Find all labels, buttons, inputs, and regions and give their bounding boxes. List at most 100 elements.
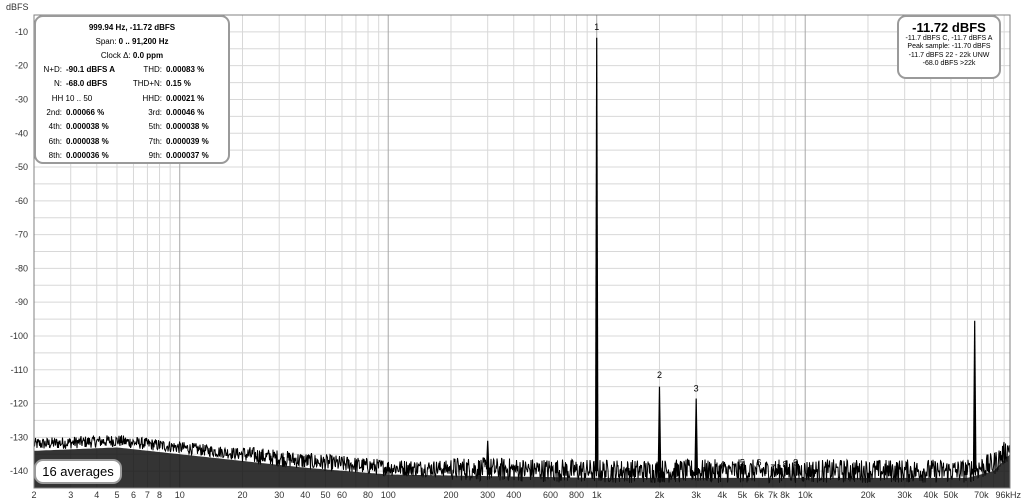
x-tick-label: 7 <box>145 490 150 500</box>
x-tick-label: 200 <box>443 490 458 500</box>
harmonic-marker-label: 3 <box>694 383 699 393</box>
x-tick-label: 60 <box>337 490 347 500</box>
info-row-value: 0.15 % <box>166 79 191 89</box>
x-tick-label: 100 <box>381 490 396 500</box>
y-tick-label: -70 <box>15 230 28 240</box>
harmonic-marker-label: 5 <box>740 458 745 468</box>
y-tick-labels: -10 -20 -30 -40 -50 -60 -70 -80 -90 -100 -110 -120 -… <box>10 27 28 476</box>
x-tick-label: 300 <box>480 490 495 500</box>
peak-level-box: -11.72 dBFS -11.7 dBFS C, -11.7 dBFS A P… <box>897 15 1001 79</box>
info-row-value: 0.00066 % <box>66 107 105 117</box>
y-tick-label: -50 <box>15 162 28 172</box>
info-row-label: THD: <box>143 65 162 74</box>
info-row-value: 0.000038 % <box>66 136 109 146</box>
peak-weighted-levels: -11.7 dBFS C, -11.7 dBFS A <box>905 35 993 42</box>
harmonic-marker-label: 7 <box>770 463 775 473</box>
peak-sample-level: Peak sample: -11.70 dBFS <box>907 43 991 51</box>
frequency-level-readout: 999.94 Hz, -11.72 dBFS <box>88 23 176 32</box>
info-row-value: -90.1 dBFS A <box>66 65 116 74</box>
x-tick-label: 96kHz <box>995 490 1021 500</box>
harmonic-marker-label: 1 <box>594 22 599 32</box>
span-readout: Span: 0 .. 91,200 Hz <box>36 37 228 46</box>
span-value: 0 .. 91,200 Hz <box>118 37 169 46</box>
info-row-label: HHD: <box>142 93 162 103</box>
peak-unweighted-level: -11.7 dBFS 22 - 22k UNW <box>908 51 990 59</box>
peak-level-title: -11.72 dBFS <box>912 20 986 35</box>
clock-label: Clock Δ: <box>100 51 131 60</box>
info-row-value: 0.00046 % <box>166 107 205 117</box>
x-tick-label: 10 <box>175 490 185 500</box>
x-tick-label: 600 <box>543 490 558 500</box>
x-tick-label: 1k <box>592 490 602 500</box>
x-tick-label: 50 <box>320 490 330 500</box>
info-row-value: 0.000039 % <box>166 136 209 146</box>
clock-readout: Clock Δ: 0.0 ppm <box>36 51 228 60</box>
info-row-value: 0.000037 % <box>166 150 209 160</box>
y-tick-label: -10 <box>15 27 28 37</box>
x-tick-label: 30 <box>274 490 284 500</box>
x-tick-label: 40 <box>300 490 310 500</box>
y-tick-label: -80 <box>15 263 28 273</box>
harmonic-marker-label: 2 <box>657 370 662 380</box>
y-tick-label: -40 <box>15 128 28 138</box>
x-tick-label: 4k <box>717 490 727 500</box>
harmonic-marker-label: 9 <box>793 458 798 468</box>
x-tick-label: 800 <box>569 490 584 500</box>
info-row-label: 2nd: <box>46 107 62 117</box>
info-row-label: 7th: <box>148 136 162 146</box>
clock-value: 0.0 ppm <box>132 51 164 60</box>
info-row-label: HH 10 .. 50 <box>51 93 93 103</box>
y-tick-label: -130 <box>10 432 28 442</box>
info-row-label: THD+N: <box>132 79 162 89</box>
y-tick-label: -140 <box>10 466 28 476</box>
harmonic-marker-label: 4 <box>720 459 725 469</box>
y-tick-label: -120 <box>10 399 28 409</box>
x-tick-label: 4 <box>94 490 99 500</box>
info-row-label: 5th: <box>148 122 162 132</box>
x-tick-label: 20 <box>237 490 247 500</box>
x-tick-label: 400 <box>506 490 521 500</box>
x-tick-label: 3 <box>68 490 73 500</box>
measurement-info-box: 999.94 Hz, -11.72 dBFS Span: 0 .. 91,200… <box>34 15 230 164</box>
y-tick-label: -60 <box>15 196 28 206</box>
info-row-label: 3rd: <box>148 107 162 117</box>
info-row-label: 8th: <box>48 150 62 160</box>
info-row-value: 0.00083 % <box>166 65 205 74</box>
harmonic-marker-label: 6 <box>756 458 761 468</box>
harmonic-marker-label: 8 <box>782 459 787 469</box>
y-axis-label: dBFS <box>6 2 29 12</box>
info-row-value: 0.000036 % <box>66 150 109 160</box>
info-row-value: 0.00021 % <box>166 93 205 103</box>
x-tick-label: 70k <box>974 490 989 500</box>
y-tick-label: -20 <box>15 61 28 71</box>
x-tick-label: 40k <box>923 490 938 500</box>
info-row-value: 0.000038 % <box>166 122 209 132</box>
info-row-label: N+D: <box>43 65 62 74</box>
x-tick-label: 30k <box>897 490 912 500</box>
y-tick-label: -110 <box>11 365 28 375</box>
x-tick-label: 6 <box>131 490 136 500</box>
x-tick-label: 5 <box>114 490 119 500</box>
x-tick-labels: 2 3 4 5 6 7 8 10 20 30 40 50 60 80 100 200 300 400 600 800 1… <box>31 490 1021 500</box>
y-tick-label: -100 <box>10 331 28 341</box>
x-tick-label: 3k <box>691 490 701 500</box>
x-tick-label: 8k <box>780 490 790 500</box>
peak-above-22k-level: -68.0 dBFS >22k <box>922 60 976 68</box>
averages-badge: 16 averages <box>34 459 122 484</box>
x-tick-label: 20k <box>861 490 876 500</box>
y-tick-label: -90 <box>15 297 28 307</box>
span-label: Span: <box>95 37 117 46</box>
info-row-label: 4th: <box>48 122 62 132</box>
x-tick-label: 2 <box>31 490 36 500</box>
info-row-label: 6th: <box>48 136 62 146</box>
y-tick-label: -30 <box>15 94 28 104</box>
x-tick-label: 5k <box>738 490 748 500</box>
x-tick-label: 80 <box>363 490 373 500</box>
info-row-value: -68.0 dBFS <box>66 79 108 89</box>
x-tick-label: 8 <box>157 490 162 500</box>
info-row-label: N: <box>54 79 62 89</box>
info-row-label: 9th: <box>148 150 162 160</box>
x-tick-label: 2k <box>655 490 665 500</box>
info-row-value: 0.000038 % <box>66 122 109 132</box>
x-tick-label: 10k <box>798 490 813 500</box>
